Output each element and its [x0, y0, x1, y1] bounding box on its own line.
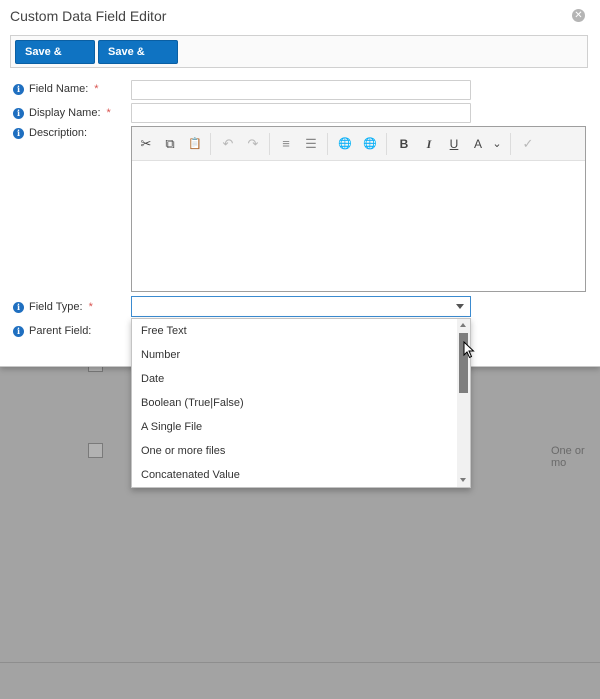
background-divider	[0, 662, 600, 663]
chevron-down-icon[interactable]: ⌄	[489, 136, 505, 152]
info-icon[interactable]: i	[13, 107, 24, 119]
field-type-label: i Field Type: *	[13, 301, 93, 313]
dropdown-option[interactable]: Concatenated Value	[141, 466, 240, 484]
dialog-title: Custom Data Field Editor	[10, 8, 167, 24]
field-type-label-text: Field Type:	[29, 301, 83, 313]
toolbar-separator	[269, 133, 270, 155]
custom-data-field-editor-dialog: Custom Data Field Editor ✕ Save & Close …	[0, 0, 600, 367]
dropdown-option[interactable]: Boolean (True|False)	[141, 394, 244, 412]
description-rich-text-editor[interactable]: ✂ ⧉ 📋 ↶ ↷ ≡ ☰ 🌐 🌐 B I U A ⌄ ✓	[131, 126, 586, 292]
display-name-label: i Display Name: *	[13, 107, 111, 119]
mouse-cursor-icon	[463, 341, 475, 359]
dropdown-option[interactable]: Number	[141, 346, 180, 364]
field-name-label-text: Field Name:	[29, 83, 89, 95]
close-icon[interactable]: ✕	[572, 9, 585, 22]
background-cell-text: One or mo	[551, 445, 585, 469]
copy-icon[interactable]: ⧉	[162, 136, 178, 152]
description-label: i Description:	[13, 127, 87, 139]
bullet-list-icon[interactable]: ☰	[303, 136, 319, 152]
bold-icon[interactable]: B	[396, 136, 412, 152]
toolbar-separator	[327, 133, 328, 155]
required-asterisk: *	[88, 301, 93, 313]
ordered-list-icon[interactable]: ≡	[278, 136, 294, 152]
toolbar-separator	[386, 133, 387, 155]
info-icon[interactable]: i	[13, 325, 24, 337]
dropdown-option[interactable]: Date	[141, 370, 164, 388]
link-icon[interactable]: 🌐	[337, 136, 353, 152]
toolbar-separator	[510, 133, 511, 155]
scroll-down-arrow-icon[interactable]	[460, 478, 466, 482]
cut-icon[interactable]: ✂	[138, 136, 154, 152]
field-name-input[interactable]	[131, 80, 471, 100]
display-name-input[interactable]	[131, 103, 471, 123]
parent-field-label: i Parent Field:	[13, 325, 91, 337]
chevron-down-icon[interactable]	[456, 304, 464, 309]
save-and-close-button[interactable]: Save & Close	[15, 40, 95, 80]
required-asterisk: *	[94, 83, 99, 95]
dropdown-option[interactable]: One or more files	[141, 442, 225, 460]
editor-toolbar: ✂ ⧉ 📋 ↶ ↷ ≡ ☰ 🌐 🌐 B I U A ⌄ ✓	[132, 127, 585, 161]
scroll-up-arrow-icon[interactable]	[460, 323, 466, 327]
unlink-icon[interactable]: 🌐	[362, 136, 378, 152]
redo-icon[interactable]: ↷	[245, 136, 261, 152]
row-checkbox	[88, 443, 103, 458]
undo-icon[interactable]: ↶	[220, 136, 236, 152]
font-color-icon[interactable]: A	[470, 136, 486, 152]
toolbar-separator	[210, 133, 211, 155]
info-icon[interactable]: i	[13, 83, 24, 95]
display-name-label-text: Display Name:	[29, 107, 101, 119]
underline-icon[interactable]: U	[446, 136, 462, 152]
info-icon[interactable]: i	[13, 127, 24, 139]
required-asterisk: *	[106, 107, 111, 119]
field-type-dropdown-list[interactable]: Free Text Number Date Boolean (True|Fals…	[131, 318, 471, 488]
parent-field-label-text: Parent Field:	[29, 325, 92, 337]
field-type-select[interactable]	[131, 296, 471, 317]
info-icon[interactable]: i	[13, 301, 24, 313]
spellcheck-icon[interactable]: ✓	[520, 136, 536, 152]
italic-icon[interactable]: I	[421, 136, 437, 152]
dropdown-option[interactable]: A Single File	[141, 418, 202, 436]
field-name-label: i Field Name: *	[13, 83, 99, 95]
description-label-text: Description:	[29, 127, 88, 139]
dropdown-option[interactable]: Free Text	[141, 322, 187, 340]
save-and-new-button[interactable]: Save & New	[98, 40, 178, 80]
dialog-toolbar: Save & Close Save & New	[10, 35, 588, 80]
paste-icon[interactable]: 📋	[187, 136, 203, 152]
